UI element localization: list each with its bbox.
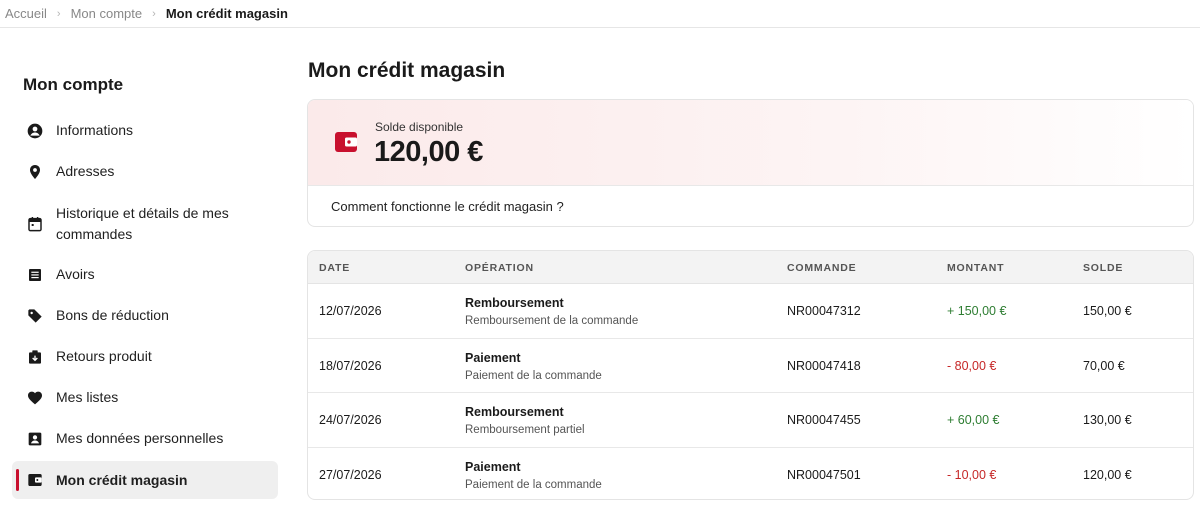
sidebar-item-label: Bons de réduction [56, 307, 169, 323]
heart-icon [27, 390, 43, 406]
cell-operation-detail: Paiement de la commande [465, 478, 602, 491]
sidebar-item-label: Informations [56, 122, 134, 138]
cell-order-number: NR00047455 [787, 413, 861, 427]
sidebar-item-label: Mes listes [56, 389, 119, 405]
cell-operation-title: Remboursement [465, 405, 564, 419]
column-header-solde: SOLDE [1083, 262, 1124, 274]
sidebar-item-retours-produit[interactable]: Retours produit [12, 346, 278, 367]
cell-operation-detail: Paiement de la commande [465, 369, 602, 382]
cell-operation-detail: Remboursement partiel [465, 424, 585, 436]
cell-date: 27/07/2026 [319, 467, 382, 482]
sidebar-item-adresses[interactable]: Adresses [12, 161, 278, 182]
table-row: 12/07/2026 Remboursement Remboursement d… [308, 284, 1193, 339]
sidebar-item-label: Adresses [56, 163, 115, 179]
balance-value: 120,00 € [374, 136, 483, 168]
cell-order-number: NR00047312 [787, 304, 861, 318]
cell-operation-title: Remboursement [465, 296, 564, 310]
cell-amount: + 60,00 € [947, 413, 1000, 427]
sidebar-item-informations[interactable]: Informations [12, 120, 278, 141]
cell-amount: + 150,00 € [947, 304, 1007, 318]
breadcrumb-account[interactable]: Mon compte [71, 6, 143, 21]
id-card-icon [27, 431, 43, 447]
breadcrumb-separator-icon: › [56, 7, 61, 20]
sidebar-title: Mon compte [23, 75, 124, 94]
sidebar-item-donnees-personnelles[interactable]: Mes données personnelles [12, 428, 278, 449]
cell-amount: - 80,00 € [947, 358, 997, 373]
map-pin-icon [27, 164, 43, 180]
cell-order-number: NR00047501 [787, 467, 861, 482]
receipt-icon [27, 267, 43, 283]
sidebar-item-label: Historique et détails de mes commandes [56, 205, 229, 242]
balance-summary: Solde disponible 120,00 € [308, 100, 1193, 185]
breadcrumb-separator-icon: › [152, 7, 156, 20]
table-row: 24/07/2026 Remboursement Remboursement p… [308, 393, 1193, 448]
cell-operation-title: Paiement [465, 350, 521, 365]
cell-balance: 150,00 € [1083, 304, 1132, 318]
calendar-icon [27, 216, 43, 232]
cell-date: 18/07/2026 [319, 358, 382, 373]
cell-balance: 130,00 € [1083, 413, 1132, 427]
sidebar-item-label: Avoirs [56, 266, 95, 282]
return-box-icon [27, 349, 43, 365]
credit-balance-card: Solde disponible 120,00 € Comment foncti… [307, 99, 1194, 227]
tag-icon [27, 308, 43, 324]
cell-balance: 120,00 € [1083, 467, 1132, 482]
cell-balance: 70,00 € [1083, 358, 1125, 373]
credit-transactions-table: DATE OPÉRATION COMMANDE MONTANT SOLDE 12… [307, 250, 1194, 500]
sidebar-item-label: Mon crédit magasin [56, 471, 188, 488]
column-header-date: DATE [319, 262, 351, 274]
wallet-icon [334, 130, 358, 154]
sidebar-item-label: Mes données personnelles [56, 430, 224, 446]
page-title: Mon crédit magasin [308, 59, 506, 82]
sidebar-item-avoirs[interactable]: Avoirs [12, 264, 278, 285]
table-row: 27/07/2026 Paiement Paiement de la comma… [308, 448, 1193, 500]
breadcrumb: Accueil › Mon compte › Mon crédit magasi… [0, 0, 1200, 28]
cell-operation-title: Paiement [465, 459, 521, 474]
column-header-montant: MONTANT [947, 262, 1005, 274]
table-header: DATE OPÉRATION COMMANDE MONTANT SOLDE [308, 251, 1193, 284]
column-header-commande: COMMANDE [787, 262, 857, 274]
cell-order-number: NR00047418 [787, 358, 861, 373]
breadcrumb-current: Mon crédit magasin [165, 6, 288, 21]
user-circle-icon [27, 123, 43, 139]
sidebar-item-historique[interactable]: Historique et détails de mes commandes [12, 203, 278, 245]
breadcrumb-home[interactable]: Accueil [5, 6, 47, 21]
sidebar-item-mes-listes[interactable]: Mes listes [12, 387, 278, 408]
sidebar-item-credit-magasin[interactable]: Mon crédit magasin [12, 461, 278, 499]
sidebar-item-bons-reduction[interactable]: Bons de réduction [12, 305, 278, 326]
credit-help-link[interactable]: Comment fonctionne le crédit magasin ? [308, 185, 1193, 226]
column-header-operation: OPÉRATION [465, 262, 534, 274]
cell-date: 24/07/2026 [319, 413, 382, 427]
wallet-icon [27, 472, 43, 488]
cell-date: 12/07/2026 [319, 304, 382, 318]
table-row: 18/07/2026 Paiement Paiement de la comma… [308, 339, 1193, 393]
cell-amount: - 10,00 € [947, 467, 997, 482]
balance-label: Solde disponible [375, 120, 464, 134]
cell-operation-detail: Remboursement de la commande [465, 315, 639, 327]
sidebar-item-label: Retours produit [56, 348, 152, 364]
